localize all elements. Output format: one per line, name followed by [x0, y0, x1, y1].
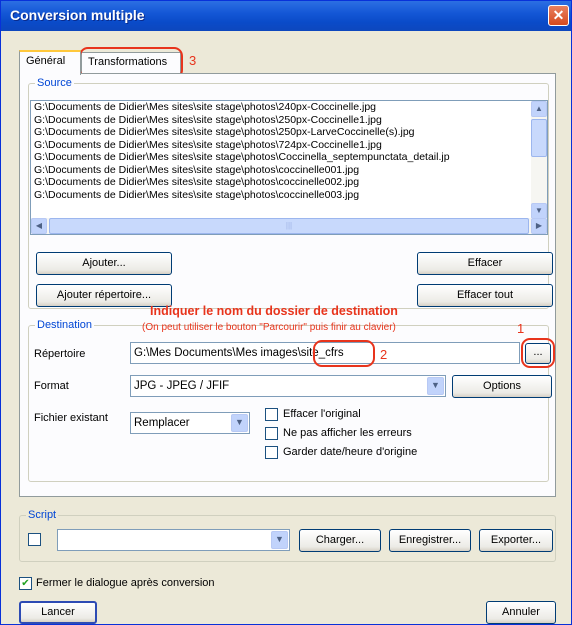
existing-file-select[interactable]: Remplacer ▼ [130, 412, 250, 434]
list-item[interactable]: G:\Documents de Didier\Mes sites\site st… [31, 126, 547, 139]
close-icon[interactable]: ✕ [548, 5, 569, 26]
hide-errors-label: Ne pas afficher les erreurs [283, 427, 412, 439]
chevron-down-icon[interactable]: ▼ [427, 377, 444, 395]
window-title: Conversion multiple [10, 7, 145, 23]
cancel-button[interactable]: Annuler [486, 601, 556, 624]
title-bar[interactable]: Conversion multiple ✕ [1, 1, 571, 31]
annotation-heading: Indiquer le nom du dossier de destinatio… [150, 304, 398, 318]
scroll-left-icon[interactable]: ◀ [31, 218, 47, 234]
file-list-rows: G:\Documents de Didier\Mes sites\site st… [31, 101, 547, 201]
vertical-scroll-thumb[interactable] [531, 119, 547, 157]
script-select[interactable]: ▼ [57, 529, 290, 551]
clear-all-button[interactable]: Effacer tout [417, 284, 553, 307]
general-tab-panel: Source G:\Documents de Didier\Mes sites\… [19, 73, 556, 497]
scroll-down-icon[interactable]: ▼ [531, 203, 547, 219]
annotation-number-1: 1 [517, 321, 525, 336]
format-select[interactable]: JPG - JPEG / JFIF ▼ [130, 375, 446, 397]
delete-original-checkbox[interactable] [265, 408, 278, 421]
annotation-number-2: 2 [380, 347, 388, 362]
keep-date-label: Garder date/heure d'origine [283, 446, 418, 458]
annotation-number-3: 3 [189, 53, 197, 68]
source-legend: Source [37, 77, 72, 89]
list-item[interactable]: G:\Documents de Didier\Mes sites\site st… [31, 164, 547, 177]
annotation-circle-browse [521, 338, 555, 368]
script-legend: Script [28, 509, 57, 521]
vertical-scrollbar[interactable]: ▲ ▼ [531, 101, 547, 219]
close-after-label: Fermer le dialogue après conversion [36, 577, 215, 589]
horizontal-scroll-thumb[interactable]: ||| [49, 218, 529, 234]
list-item[interactable]: G:\Documents de Didier\Mes sites\site st… [31, 176, 547, 189]
run-button[interactable]: Lancer [19, 601, 97, 624]
keep-date-checkbox[interactable] [265, 446, 278, 459]
existing-file-label: Fichier existant [34, 412, 108, 424]
delete-original-label: Effacer l'original [283, 408, 361, 420]
annotation-circle-folder [313, 340, 375, 367]
list-item[interactable]: G:\Documents de Didier\Mes sites\site st… [31, 114, 547, 127]
folder-label: Répertoire [34, 348, 86, 360]
clear-button[interactable]: Effacer [417, 252, 553, 275]
dialog-window: Conversion multiple ✕ Général Transforma… [0, 0, 572, 625]
chevron-down-icon[interactable]: ▼ [271, 531, 288, 549]
scroll-up-icon[interactable]: ▲ [531, 101, 547, 117]
format-label: Format [34, 380, 69, 392]
tab-general[interactable]: Général [19, 50, 81, 75]
existing-file-value: Remplacer [134, 417, 190, 429]
load-script-button[interactable]: Charger... [299, 529, 381, 552]
options-button[interactable]: Options [452, 375, 552, 398]
script-checkbox[interactable] [28, 533, 41, 546]
list-item[interactable]: G:\Documents de Didier\Mes sites\site st… [31, 139, 547, 152]
list-item[interactable]: G:\Documents de Didier\Mes sites\site st… [31, 151, 547, 164]
annotation-subtext: (On peut utiliser le bouton "Parcourir" … [142, 322, 396, 333]
hide-errors-checkbox[interactable] [265, 427, 278, 440]
scroll-right-icon[interactable]: ▶ [531, 218, 547, 234]
check-icon: ✔ [21, 578, 30, 589]
list-item[interactable]: G:\Documents de Didier\Mes sites\site st… [31, 101, 547, 114]
format-value: JPG - JPEG / JFIF [134, 380, 230, 392]
close-after-checkbox[interactable]: ✔ [19, 577, 32, 590]
source-file-list[interactable]: G:\Documents de Didier\Mes sites\site st… [30, 100, 548, 235]
destination-legend: Destination [37, 319, 93, 331]
export-script-button[interactable]: Exporter... [479, 529, 553, 552]
add-button[interactable]: Ajouter... [36, 252, 172, 275]
list-item[interactable]: G:\Documents de Didier\Mes sites\site st… [31, 189, 547, 202]
save-script-button[interactable]: Enregistrer... [389, 529, 471, 552]
chevron-down-icon[interactable]: ▼ [231, 414, 248, 432]
horizontal-scrollbar[interactable]: ◀ ||| ▶ [31, 218, 547, 234]
